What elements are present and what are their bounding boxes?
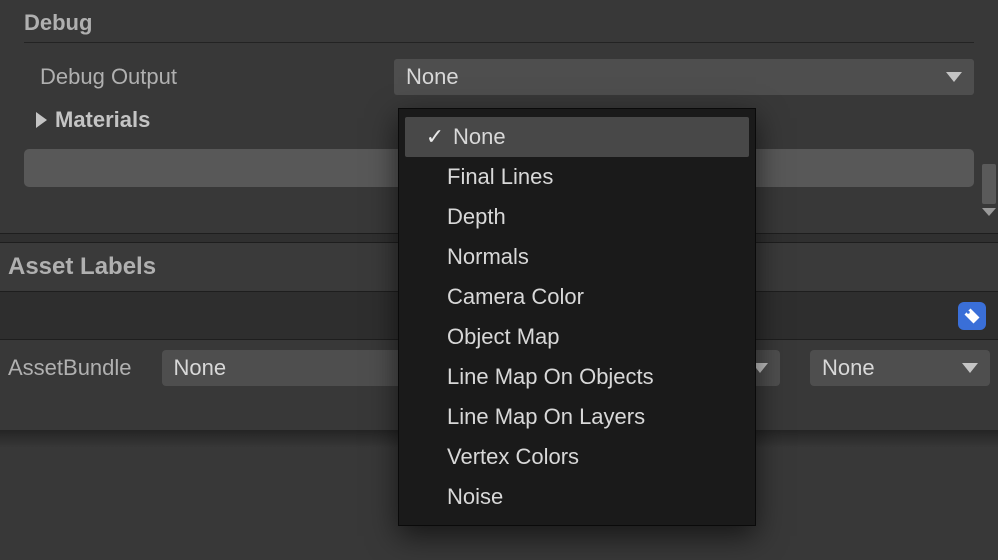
- scrollbar-arrow-down-icon[interactable]: [982, 208, 996, 216]
- dropdown-option[interactable]: ✓None: [405, 117, 749, 157]
- caret-down-icon: [962, 363, 978, 373]
- dropdown-option-label: Line Map On Objects: [447, 364, 654, 390]
- dropdown-option[interactable]: Noise: [399, 477, 755, 517]
- debug-output-row: Debug Output None: [0, 55, 998, 99]
- dropdown-option-label: None: [453, 124, 506, 150]
- scrollbar-thumb[interactable]: [982, 164, 996, 204]
- assetbundle-label: AssetBundle: [8, 355, 132, 381]
- dropdown-option-label: Final Lines: [447, 164, 553, 190]
- dropdown-option-label: Normals: [447, 244, 529, 270]
- assetbundle-main-value: None: [174, 355, 227, 381]
- assetbundle-variant-dropdown[interactable]: None: [810, 350, 990, 386]
- debug-output-label: Debug Output: [24, 64, 384, 90]
- dropdown-option[interactable]: Camera Color: [399, 277, 755, 317]
- dropdown-option[interactable]: Line Map On Objects: [399, 357, 755, 397]
- debug-section-header: Debug: [0, 0, 998, 42]
- assetbundle-variant-value: None: [822, 355, 875, 381]
- caret-down-icon: [946, 72, 962, 82]
- dropdown-option[interactable]: Depth: [399, 197, 755, 237]
- materials-label: Materials: [55, 107, 150, 133]
- divider: [24, 42, 974, 43]
- dropdown-option[interactable]: Line Map On Layers: [399, 397, 755, 437]
- dropdown-option[interactable]: Object Map: [399, 317, 755, 357]
- dropdown-option-label: Line Map On Layers: [447, 404, 645, 430]
- dropdown-option-label: Vertex Colors: [447, 444, 579, 470]
- dropdown-option-label: Depth: [447, 204, 506, 230]
- dropdown-option[interactable]: Vertex Colors: [399, 437, 755, 477]
- dropdown-option-label: Noise: [447, 484, 503, 510]
- dropdown-option[interactable]: Final Lines: [399, 157, 755, 197]
- dropdown-option-label: Object Map: [447, 324, 560, 350]
- debug-output-popup[interactable]: ✓None Final Lines Depth Normals Camera Color…: [398, 108, 756, 526]
- tag-icon[interactable]: [958, 302, 986, 330]
- vertical-scrollbar[interactable]: [980, 0, 998, 218]
- dropdown-option-label: Camera Color: [447, 284, 584, 310]
- foldout-right-icon: [36, 112, 47, 128]
- dropdown-option[interactable]: Normals: [399, 237, 755, 277]
- checkmark-icon: ✓: [421, 124, 449, 150]
- debug-output-dropdown[interactable]: None: [394, 59, 974, 95]
- debug-output-value: None: [406, 64, 459, 90]
